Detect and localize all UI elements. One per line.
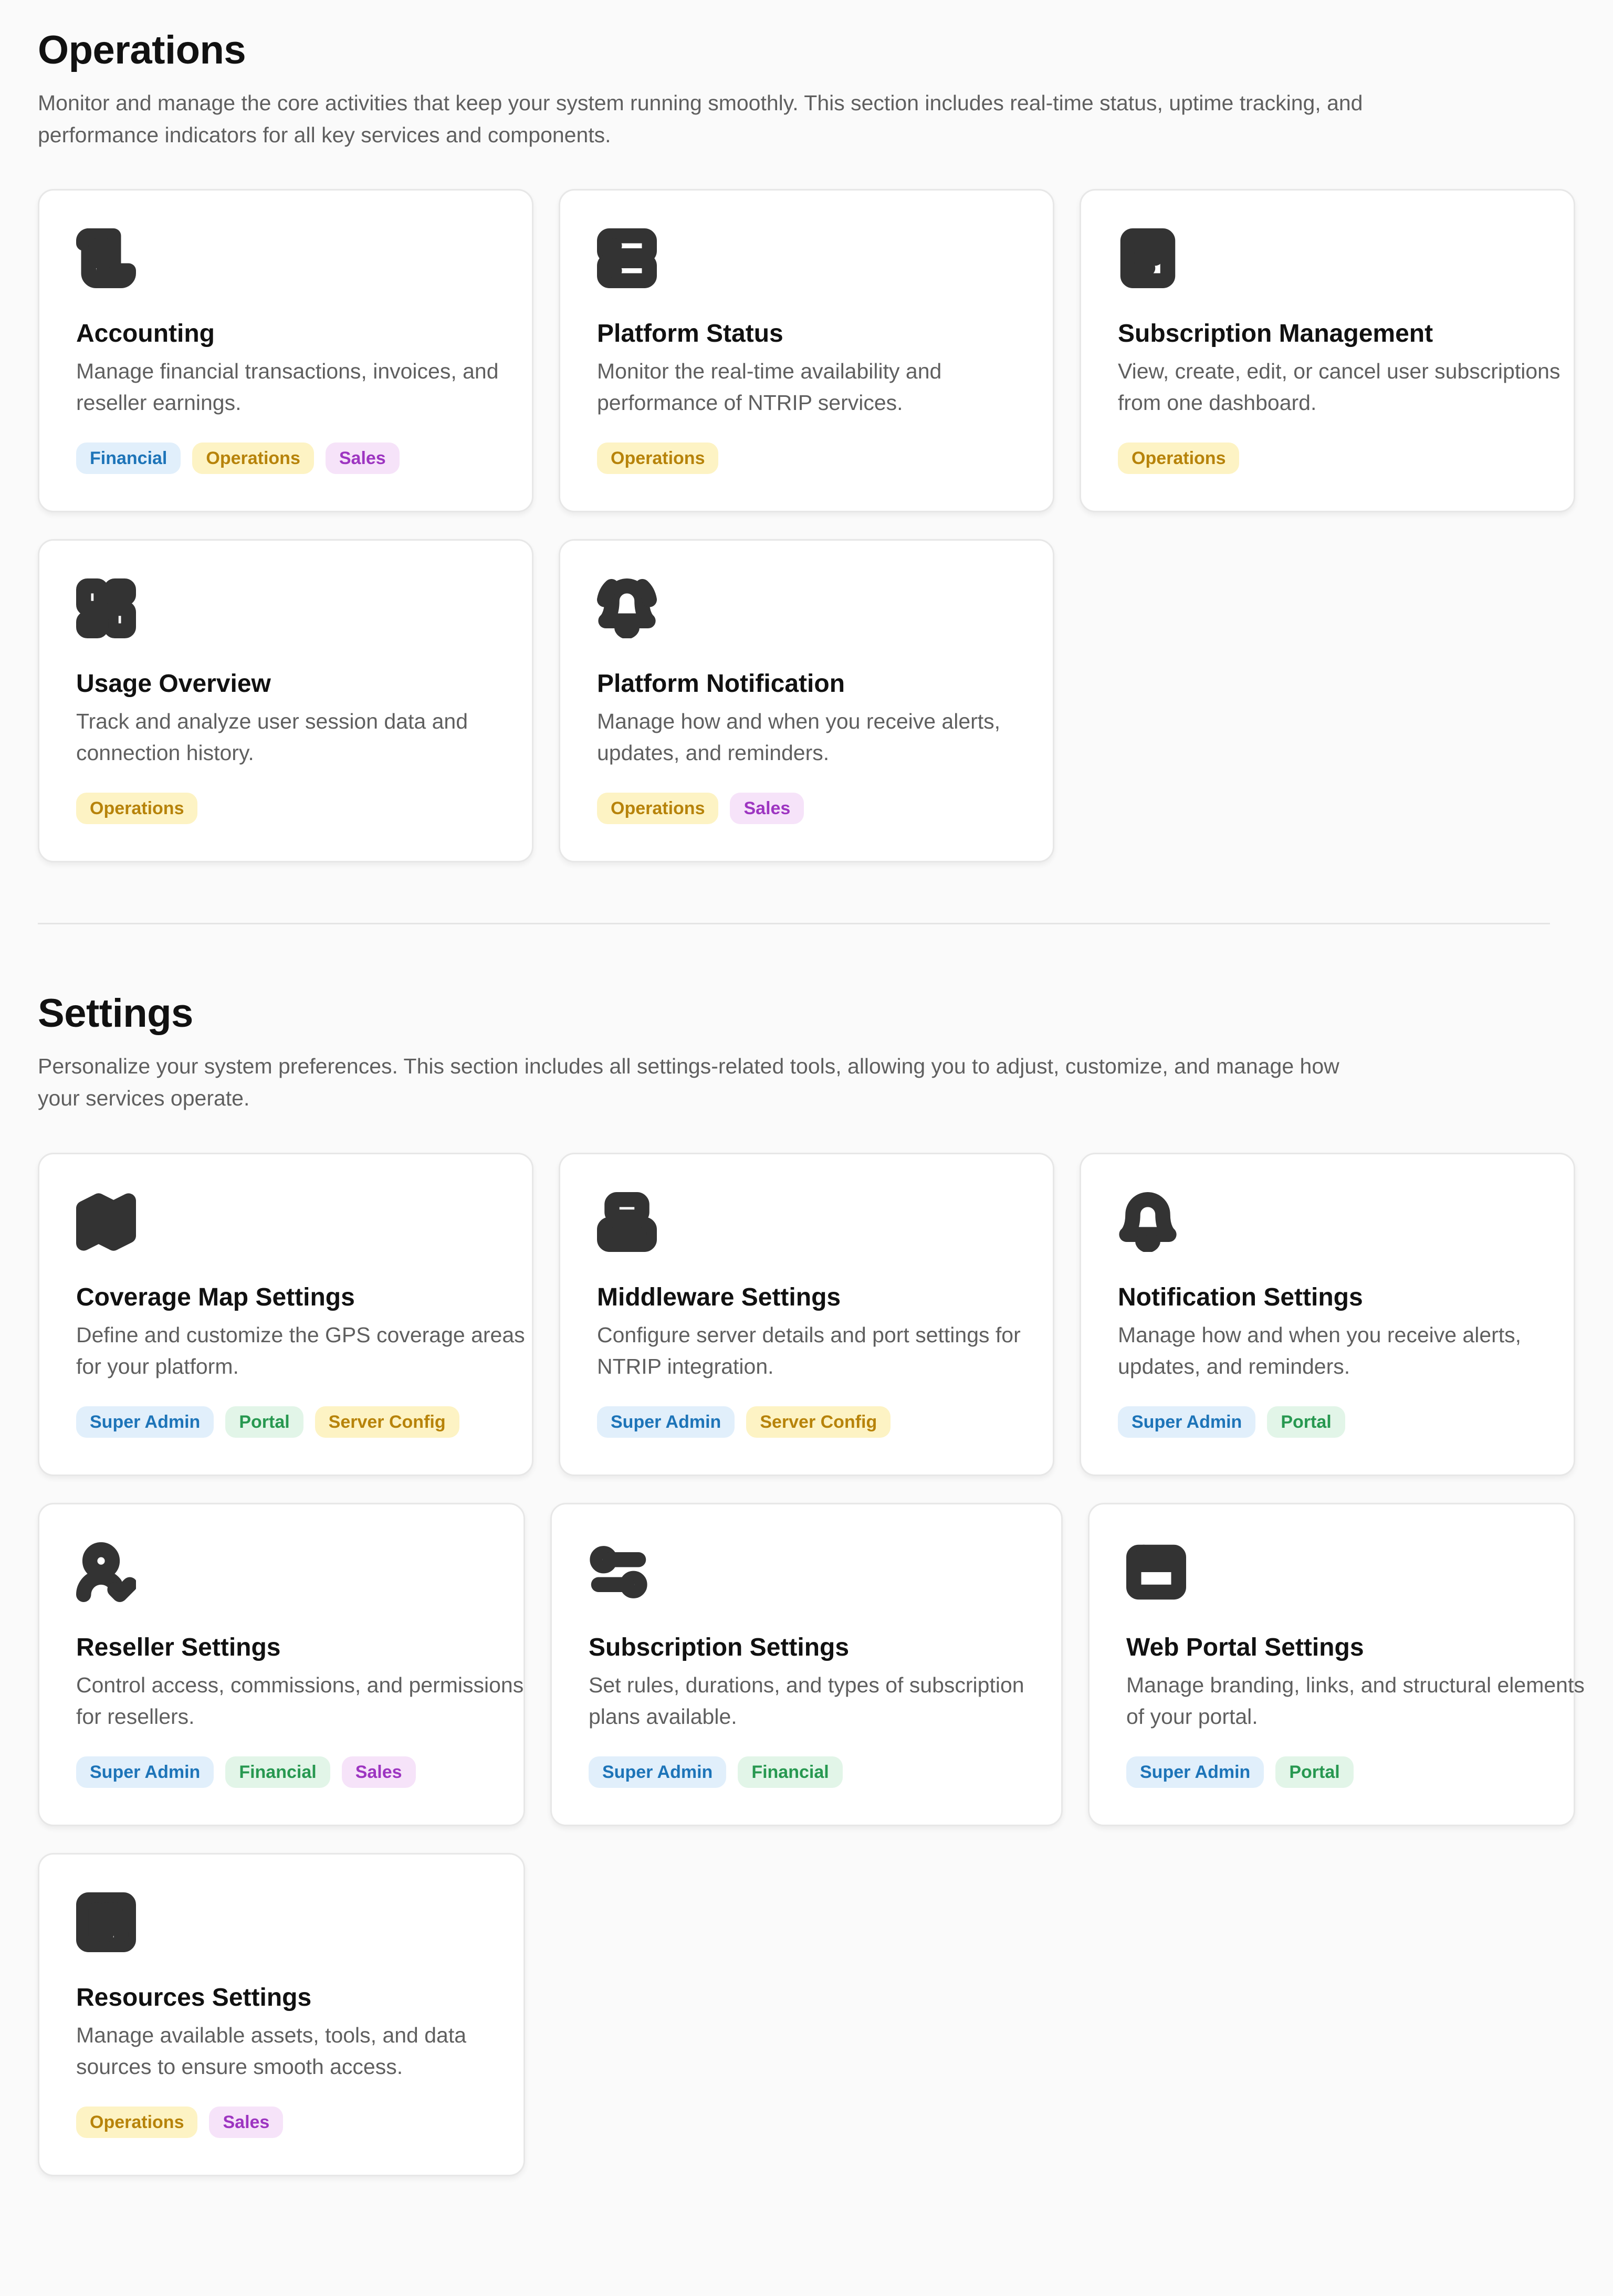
card-description: Manage available assets, tools, and data… [76,2023,467,2079]
tag-super-admin: Super Admin [1118,1406,1256,1438]
section-divider [38,923,1550,924]
card-description: Monitor the real-time availability and p… [597,359,942,415]
card-usage-overview[interactable]: Usage Overview Track and analyze user se… [38,539,533,862]
card-description: Control access, commissions, and permiss… [76,1673,524,1729]
tag-server-config: Server Config [315,1406,459,1438]
card-title: Coverage Map Settings [76,1283,355,1311]
card-coverage-map-settings[interactable]: Coverage Map Settings Define and customi… [38,1153,533,1476]
map-icon [76,1192,136,1252]
tag-portal: Portal [1275,1756,1354,1788]
tag-operations: Operations [76,2107,198,2138]
bell-icon [1118,1192,1178,1252]
tag-list: Operations [76,793,198,824]
sliders-icon [589,1542,648,1602]
card-title: Platform Status [597,320,783,347]
card-title: Platform Notification [597,670,845,698]
tag-sales: Sales [730,793,804,824]
tag-super-admin: Super Admin [76,1406,214,1438]
operations-section: Operations Monitor and manage the core a… [38,30,1575,151]
card-description: View, create, edit, or cancel user subsc… [1118,359,1560,415]
card-title: Subscription Management [1118,320,1433,347]
tag-financial: Financial [738,1756,843,1788]
card-title: Notification Settings [1118,1283,1363,1311]
bell-ringing-icon [597,578,657,638]
tag-operations: Operations [597,793,719,824]
tag-operations: Operations [1118,443,1240,474]
tag-list: Super Admin Server Config [597,1406,891,1438]
tag-list: Financial Operations Sales [76,443,400,474]
section-description: Personalize your system preferences. Thi… [38,1054,1339,1110]
scroll-icon [76,228,136,288]
card-description: Manage how and when you receive alerts, … [1118,1323,1522,1378]
section-title: Operations [38,28,246,72]
tag-portal: Portal [225,1406,303,1438]
tag-list: Operations Sales [76,2107,284,2138]
card-platform-notification[interactable]: Platform Notification Manage how and whe… [559,539,1054,862]
card-description: Manage how and when you receive alerts, … [597,709,1001,765]
tag-list: Super Admin Portal Server Config [76,1406,459,1438]
user-check-icon [76,1542,136,1602]
library-icon [76,1892,136,1952]
card-description: Define and customize the GPS coverage ar… [76,1323,525,1378]
card-description: Track and analyze user session data and … [76,709,468,765]
tag-list: Super Admin Financial Sales [76,1756,416,1788]
tag-sales: Sales [209,2107,284,2138]
tag-sales: Sales [341,1756,416,1788]
card-subscription-management[interactable]: Subscription Management View, create, ed… [1080,189,1575,512]
tag-list: Super Admin Financial [589,1756,843,1788]
card-title: Middleware Settings [597,1283,841,1311]
card-description: Manage financial transactions, invoices,… [76,359,499,415]
tag-server-config: Server Config [746,1406,891,1438]
card-reseller-settings[interactable]: Reseller Settings Control access, commis… [38,1503,525,1826]
tag-super-admin: Super Admin [589,1756,727,1788]
card-middleware-settings[interactable]: Middleware Settings Configure server det… [559,1153,1054,1476]
card-notification-settings[interactable]: Notification Settings Manage how and whe… [1080,1153,1575,1476]
card-title: Resources Settings [76,1984,312,2011]
card-accounting[interactable]: Accounting Manage financial transactions… [38,189,533,512]
tag-list: Operations [597,443,719,474]
document-icon [1118,228,1178,288]
tag-operations: Operations [597,443,719,474]
section-title: Settings [38,991,193,1036]
tag-super-admin: Super Admin [76,1756,214,1788]
browser-icon [1126,1542,1186,1602]
card-subscription-settings[interactable]: Subscription Settings Set rules, duratio… [550,1503,1063,1826]
card-title: Accounting [76,320,215,347]
card-description: Configure server details and port settin… [597,1323,1021,1378]
server-icon [597,228,657,288]
page: Operations Monitor and manage the core a… [0,0,1613,2296]
tag-sales: Sales [325,443,400,474]
card-description: Set rules, durations, and types of subsc… [589,1673,1024,1729]
card-title: Web Portal Settings [1126,1634,1364,1661]
card-title: Reseller Settings [76,1634,281,1661]
tag-portal: Portal [1267,1406,1345,1438]
tag-list: Super Admin Portal [1126,1756,1354,1788]
tag-operations: Operations [76,793,198,824]
tag-operations: Operations [192,443,314,474]
dashboard-icon [76,578,136,638]
tag-super-admin: Super Admin [1126,1756,1264,1788]
tag-financial: Financial [225,1756,330,1788]
tag-list: Operations Sales [597,793,804,824]
card-title: Subscription Settings [589,1634,850,1661]
tag-list: Super Admin Portal [1118,1406,1345,1438]
middleware-icon [597,1192,657,1252]
tag-financial: Financial [76,443,181,474]
card-resources-settings[interactable]: Resources Settings Manage available asse… [38,1853,525,2176]
card-description: Manage branding, links, and structural e… [1126,1673,1585,1729]
tag-list: Operations [1118,443,1240,474]
section-description: Monitor and manage the core activities t… [38,91,1363,147]
settings-section: Settings Personalize your system prefere… [38,994,1575,1114]
card-title: Usage Overview [76,670,271,698]
card-web-portal-settings[interactable]: Web Portal Settings Manage branding, lin… [1088,1503,1585,1826]
card-platform-status[interactable]: Platform Status Monitor the real-time av… [559,189,1054,512]
tag-super-admin: Super Admin [597,1406,735,1438]
